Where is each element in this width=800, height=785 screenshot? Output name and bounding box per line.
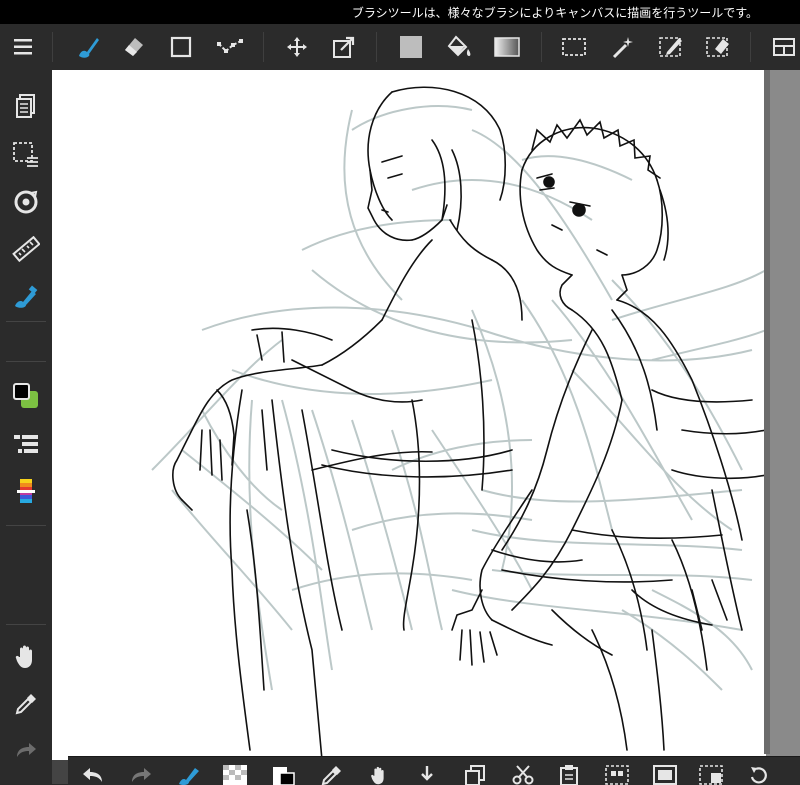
eyedropper-quick-icon <box>321 766 341 785</box>
layout-button[interactable] <box>764 24 800 70</box>
select-all-icon <box>605 765 629 785</box>
bucket-tool-button[interactable] <box>439 24 479 70</box>
color-layer-icon <box>273 767 295 785</box>
drawing-canvas[interactable] <box>52 70 766 760</box>
brush-quick-icon <box>179 768 199 785</box>
color-palette-icon <box>17 479 35 503</box>
layer-list-icon <box>14 435 38 453</box>
canvas-area[interactable] <box>52 70 800 784</box>
ruler-icon <box>12 236 40 263</box>
eyedropper-quick-button[interactable] <box>314 757 348 785</box>
merge-down-button[interactable] <box>410 757 444 785</box>
selection-button[interactable] <box>0 134 52 174</box>
transparent-button[interactable] <box>218 757 252 785</box>
brush-settings-button[interactable] <box>0 277 52 317</box>
magic-wand-icon <box>612 37 633 59</box>
layers-icon <box>16 94 35 118</box>
move-tool-button[interactable] <box>277 24 317 70</box>
redo-icon <box>132 768 151 782</box>
redo-side-button[interactable] <box>0 730 52 770</box>
transparent-icon <box>223 765 247 785</box>
color-swatch-button[interactable] <box>0 376 52 416</box>
deselect-icon <box>653 765 677 785</box>
hand-button[interactable] <box>0 636 52 676</box>
canvas-right-gutter <box>766 70 800 760</box>
snap-icon <box>14 190 38 214</box>
brush-tool-button[interactable] <box>68 24 108 70</box>
select-pen-icon <box>659 37 682 57</box>
invert-select-button[interactable] <box>694 757 728 785</box>
deselect-button[interactable] <box>648 757 682 785</box>
select-eraser-icon <box>706 37 729 57</box>
layers-button[interactable] <box>0 86 52 126</box>
rotate-icon <box>750 767 767 784</box>
hand-quick-button[interactable] <box>362 757 396 785</box>
bottom-toolbar <box>68 756 800 785</box>
color-palette-button[interactable] <box>0 472 52 512</box>
select-rect-icon <box>562 38 586 56</box>
selection-icon <box>13 142 38 167</box>
menu-button[interactable] <box>4 24 44 70</box>
brush-quick-button[interactable] <box>172 757 206 785</box>
shape-icon <box>170 36 192 58</box>
sketch-artwork <box>151 86 766 760</box>
fill-color-icon <box>400 36 422 58</box>
move-icon <box>287 37 307 57</box>
color-swatch-icon <box>12 382 40 410</box>
left-sidebar <box>0 70 52 784</box>
magic-wand-button[interactable] <box>603 24 643 70</box>
transform-tool-button[interactable] <box>324 24 364 70</box>
top-toolbar <box>0 24 800 71</box>
undo-button[interactable] <box>76 757 110 785</box>
status-bar: ブラシツールは、様々なブラシによりキャンバスに描画を行うツールです。 <box>0 0 800 24</box>
gradient-tool-button[interactable] <box>487 24 527 70</box>
undo-icon <box>83 768 102 782</box>
paste-icon <box>560 765 578 785</box>
copy-button[interactable] <box>458 757 492 785</box>
layout-icon <box>773 38 795 56</box>
brush-settings-icon <box>15 285 38 308</box>
invert-select-icon <box>699 765 723 785</box>
ruler-button[interactable] <box>0 230 52 270</box>
brush-icon <box>79 38 99 58</box>
menu-icon <box>14 39 32 55</box>
snap-button[interactable] <box>0 182 52 222</box>
cut-button[interactable] <box>506 757 540 785</box>
shape-tool-button[interactable] <box>161 24 201 70</box>
copy-icon <box>465 765 485 785</box>
hand-icon <box>15 645 32 668</box>
select-all-button[interactable] <box>600 757 634 785</box>
eraser-tool-button[interactable] <box>114 24 154 70</box>
vertical-scrollbar[interactable] <box>764 70 770 754</box>
color-layer-button[interactable] <box>266 757 300 785</box>
rotate-button[interactable] <box>742 757 776 785</box>
eyedropper-icon <box>15 694 36 715</box>
redo-icon <box>17 743 36 757</box>
fill-color-button[interactable] <box>391 24 431 70</box>
curve-tool-button[interactable] <box>210 24 250 70</box>
merge-down-icon <box>421 766 433 781</box>
paste-button[interactable] <box>552 757 586 785</box>
gradient-icon <box>494 37 520 57</box>
curve-icon <box>217 39 243 53</box>
redo-button[interactable] <box>124 757 158 785</box>
select-eraser-button[interactable] <box>698 24 738 70</box>
eyedropper-button[interactable] <box>0 684 52 724</box>
eraser-icon <box>125 38 143 56</box>
cut-icon <box>512 765 534 785</box>
transform-icon <box>333 36 355 58</box>
select-rect-button[interactable] <box>554 24 594 70</box>
layer-list-button[interactable] <box>0 424 52 464</box>
tool-hint-text: ブラシツールは、様々なブラシによりキャンバスに描画を行うツールです。 <box>351 5 758 20</box>
select-pen-button[interactable] <box>651 24 691 70</box>
hand-quick-icon <box>371 766 384 785</box>
bucket-icon <box>447 35 471 57</box>
